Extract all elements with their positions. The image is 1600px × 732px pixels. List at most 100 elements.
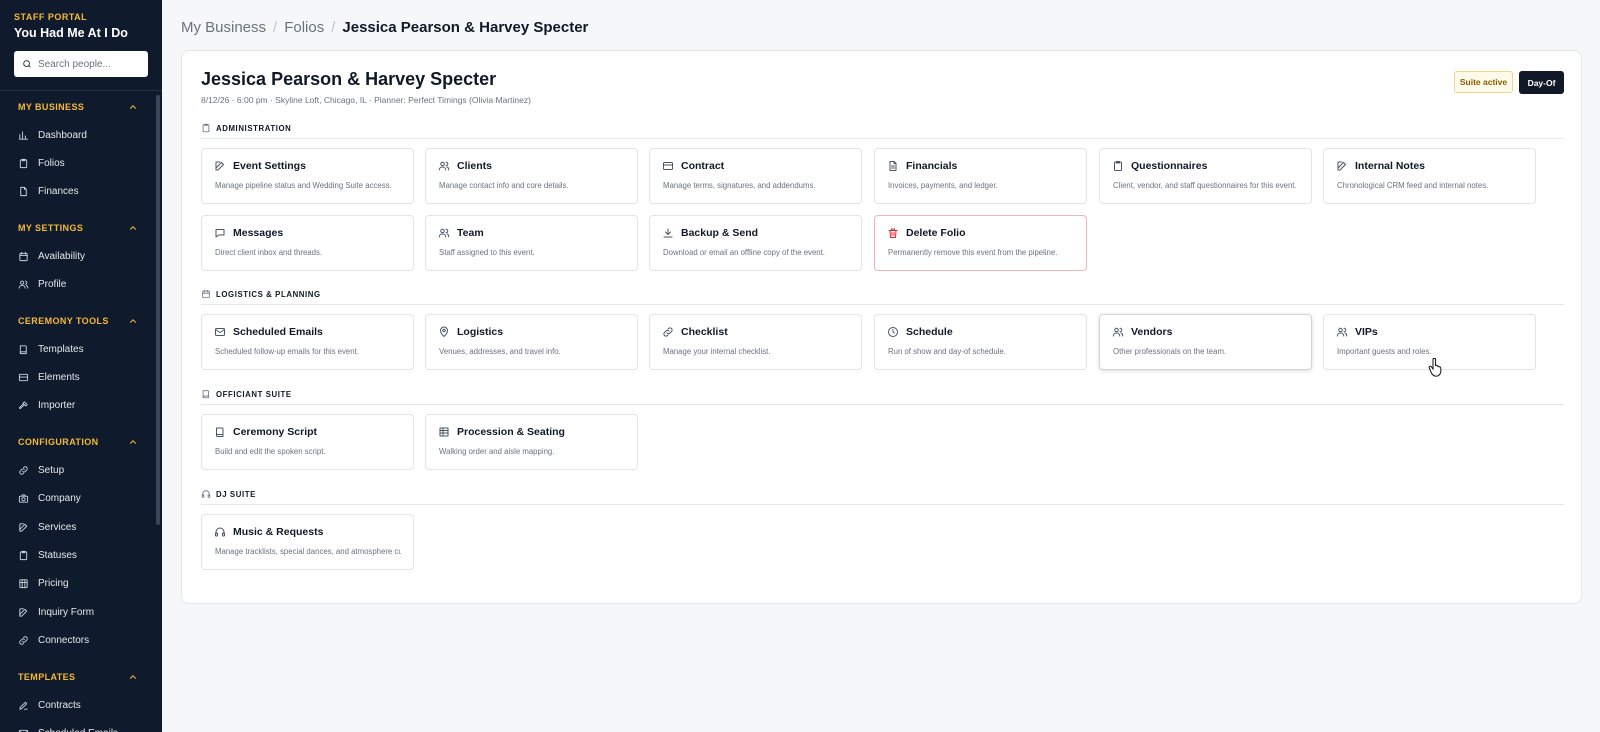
group-label: ADMINISTRATION (216, 123, 292, 133)
tile-description: Scheduled follow-up emails for this even… (215, 347, 359, 356)
breadcrumb-separator: / (331, 19, 336, 36)
tile-checklist[interactable]: Checklist Manage your internal checklist. (649, 314, 862, 370)
tile-title: Event Settings (233, 160, 306, 172)
link-icon (19, 636, 28, 645)
tile-description: Walking order and aisle mapping. (439, 447, 555, 456)
building-icon (19, 579, 28, 589)
headphones-icon (215, 527, 225, 537)
tile-title: Messages (233, 227, 284, 239)
group-label: OFFICIANT SUITE (216, 389, 292, 399)
file-icon (20, 187, 27, 197)
tile-description: Direct client inbox and threads. (215, 248, 323, 257)
tile-description: Other professionals on the team. (1113, 347, 1227, 356)
message-icon (215, 229, 225, 238)
tile-financials[interactable]: Financials Invoices, payments, and ledger… (874, 148, 1087, 204)
mail-icon (215, 328, 225, 336)
sidebar-item-pricing[interactable]: Pricing (0, 570, 162, 598)
sidebar-item-profile[interactable]: Profile (0, 271, 162, 299)
tile-description: Permanently remove this event from the p… (888, 248, 1058, 257)
tile-event-settings[interactable]: Event Settings Manage pipeline status and… (201, 148, 414, 204)
download-icon (663, 228, 673, 238)
tile-title: Internal Notes (1355, 160, 1426, 172)
clipboard-icon (1114, 161, 1122, 171)
hammer-icon (18, 401, 28, 410)
sidebar-nav: MY BUSINESS Dashboard Folios Finances MY SET… (0, 97, 162, 732)
sidebar-item-folios[interactable]: Folios (0, 149, 162, 177)
tile-backup-and-send[interactable]: Backup & Send Download or email an offlin… (649, 215, 862, 271)
users-icon (1112, 327, 1124, 337)
sidebar-item-connectors[interactable]: Connectors (0, 626, 162, 654)
tile-ceremony-script[interactable]: Ceremony Script Build and edit the spoken… (201, 414, 414, 470)
breadcrumb-current: Jessica Pearson & Harvey Specter (342, 19, 589, 36)
tile-music-and-requests[interactable]: Music & Requests Manage tracklists, speci… (201, 514, 414, 570)
breadcrumb-folios[interactable]: Folios (284, 19, 324, 36)
tile-clients[interactable]: Clients Manage contact info and core deta… (425, 148, 638, 204)
tile-title: Delete Folio (906, 227, 966, 239)
sidebar-item-contracts[interactable]: Contracts (0, 691, 162, 719)
tile-title: Logistics (457, 326, 504, 338)
chevron-up-icon (129, 319, 137, 323)
users-icon (438, 161, 450, 171)
breadcrumb-my-business[interactable]: My Business (181, 19, 266, 36)
tile-title: Schedule (906, 326, 953, 338)
sidebar-item-availability[interactable]: Availability (0, 242, 162, 270)
sidebar-scrollbar[interactable] (156, 95, 160, 525)
sidebar-section-header[interactable]: CEREMONY TOOLS (0, 311, 162, 331)
sidebar-item-elements[interactable]: Elements (0, 363, 162, 391)
sidebar-item-label: Connectors (38, 635, 90, 647)
sidebar-section-ceremony-tools: CEREMONY TOOLS Templates Elements Importer (0, 311, 162, 420)
headphones-icon (201, 490, 211, 498)
sidebar-item-setup[interactable]: Setup (0, 456, 162, 484)
sidebar-item-label: Importer (38, 400, 76, 412)
sidebar-item-scheduled-emails[interactable]: Scheduled Emails (0, 719, 162, 732)
group-header-officiant-suite: OFFICIANT SUITE (201, 389, 1564, 399)
tile-logistics[interactable]: Logistics Venues, addresses, and travel i… (425, 314, 638, 370)
tile-title: Financials (906, 160, 958, 172)
sidebar-item-dashboard[interactable]: Dashboard (0, 121, 162, 149)
group-header-administration: ADMINISTRATION (201, 123, 1564, 133)
sidebar-item-finances[interactable]: Finances (0, 178, 162, 206)
brand-name[interactable]: You Had Me At I Do (14, 26, 148, 40)
mail-icon (18, 729, 29, 732)
clipboard-icon (19, 158, 28, 169)
tile-description: Chronological CRM feed and internal note… (1337, 181, 1489, 190)
tile-title: Music & Requests (233, 526, 324, 538)
people-search-input[interactable] (38, 58, 140, 70)
tile-messages[interactable]: Messages Direct client inbox and threads. (201, 215, 414, 271)
day-of-button[interactable]: Day-Of (1519, 71, 1564, 94)
tile-title: Questionnaires (1131, 160, 1208, 172)
sidebar-item-label: Finances (38, 186, 79, 198)
tile-description: Client, vendor, and staff questionnaires… (1113, 181, 1297, 190)
sidebar-item-label: Folios (38, 158, 65, 170)
tile-questionnaires[interactable]: Questionnaires Client, vendor, and staff … (1099, 148, 1312, 204)
tile-team[interactable]: Team Staff assigned to this event. (425, 215, 638, 271)
people-search[interactable] (14, 51, 148, 77)
tile-delete-folio[interactable]: Delete Folio Permanently remove this even… (874, 215, 1087, 271)
tile-scheduled-emails[interactable]: Scheduled Emails Scheduled follow-up emai… (201, 314, 414, 370)
edit-icon (19, 608, 28, 617)
tile-procession-and-seating[interactable]: Procession & Seating Walking order and ai… (425, 414, 638, 470)
sidebar-section-header[interactable]: CONFIGURATION (0, 432, 162, 452)
tile-title: Backup & Send (681, 227, 759, 239)
tile-schedule[interactable]: Schedule Run of show and day-of schedule. (874, 314, 1087, 370)
tile-internal-notes[interactable]: Internal Notes Chronological CRM feed and… (1323, 148, 1536, 204)
breadcrumb-separator: / (273, 19, 278, 36)
sidebar-section-header[interactable]: MY BUSINESS (0, 97, 162, 117)
sidebar-item-templates[interactable]: Templates (0, 335, 162, 363)
sidebar-item-statuses[interactable]: Statuses (0, 541, 162, 569)
sidebar-section-header[interactable]: TEMPLATES (0, 667, 162, 687)
sidebar-section-header[interactable]: MY SETTINGS (0, 218, 162, 238)
tile-title: Checklist (681, 326, 728, 338)
group-divider (201, 504, 1564, 505)
sidebar-item-services[interactable]: Services (0, 513, 162, 541)
sidebar-item-company[interactable]: Company (0, 485, 162, 513)
sidebar-item-inquiry-form[interactable]: Inquiry Form (0, 598, 162, 626)
tile-title: Procession & Seating (457, 426, 565, 438)
tile-description: Important guests and roles. (1337, 347, 1432, 356)
sidebar-item-label: Templates (38, 343, 84, 355)
tile-vendors[interactable]: Vendors Other professionals on the team. (1099, 314, 1312, 370)
tile-contract[interactable]: Contract Manage terms, signatures, and ad… (649, 148, 862, 204)
sidebar-item-importer[interactable]: Importer (0, 392, 162, 420)
page-title: Jessica Pearson & Harvey Specter (201, 69, 497, 89)
group-divider (201, 404, 1564, 405)
